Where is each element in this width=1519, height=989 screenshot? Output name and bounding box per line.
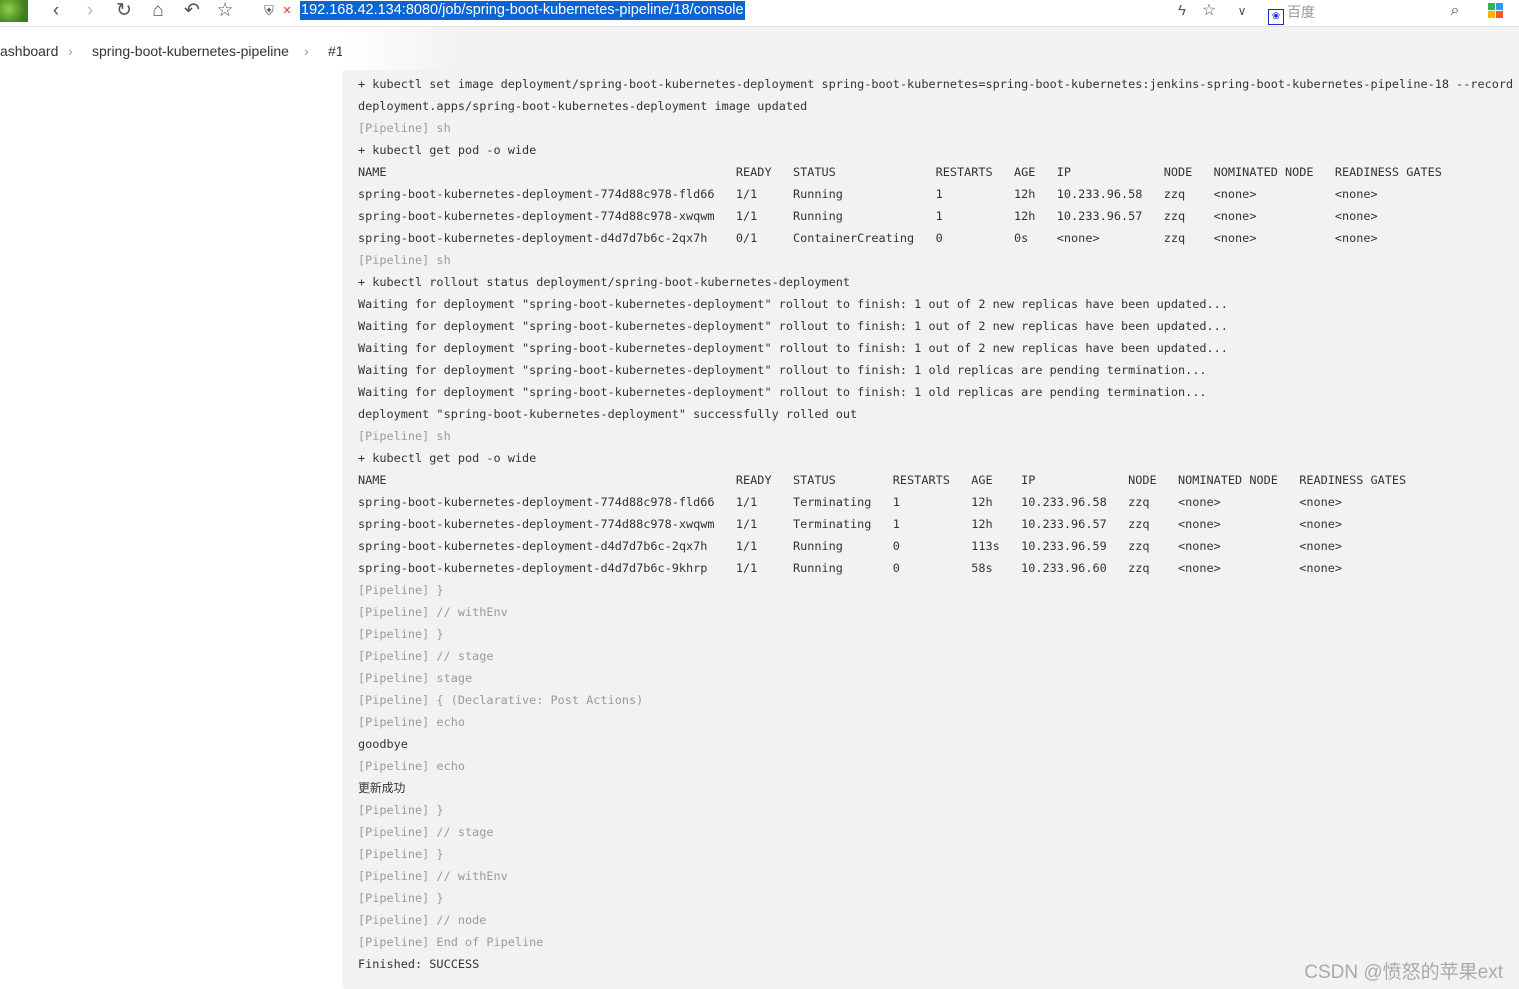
star-icon[interactable]: ☆ (1200, 0, 1218, 24)
console-line: Waiting for deployment "spring-boot-kube… (358, 297, 1228, 311)
pipeline-step-line: [Pipeline] // withEnv (358, 869, 508, 883)
pipeline-step-line: [Pipeline] stage (358, 671, 473, 685)
pipeline-step-line: [Pipeline] sh (358, 429, 451, 443)
search-icon[interactable]: ⌕ (1445, 0, 1465, 24)
pipeline-step-line: [Pipeline] } (358, 583, 444, 597)
lock-warning-icon: ✕ (282, 5, 292, 17)
table-row: spring-boot-kubernetes-deployment-774d88… (358, 495, 1343, 509)
console-lines: + kubectl set image deployment/spring-bo… (358, 73, 1513, 975)
console-line: Waiting for deployment "spring-boot-kube… (358, 341, 1228, 355)
chevron-right-icon: › (304, 43, 309, 59)
pipeline-step-line: [Pipeline] // withEnv (358, 605, 508, 619)
baidu-icon: ❀ (1268, 9, 1284, 25)
lightning-icon[interactable]: ϟ (1173, 0, 1191, 24)
pipeline-step-line: [Pipeline] // node (358, 913, 487, 927)
table-header: NAME READY STATUS RESTARTS AGE IP NODE N… (358, 473, 1407, 487)
console-line: deployment "spring-boot-kubernetes-deplo… (358, 407, 858, 421)
table-row: spring-boot-kubernetes-deployment-d4d7d7… (358, 539, 1343, 553)
table-row: spring-boot-kubernetes-deployment-774d88… (358, 517, 1343, 531)
pipeline-step-line: [Pipeline] // stage (358, 825, 494, 839)
breadcrumb-job[interactable]: spring-boot-kubernetes-pipeline (92, 40, 289, 62)
console-line: + kubectl get pod -o wide (358, 143, 537, 157)
home-icon[interactable]: ⌂ (147, 0, 169, 24)
favicon (0, 0, 28, 22)
console-line: deployment.apps/spring-boot-kubernetes-d… (358, 99, 808, 113)
undo-icon[interactable]: ↶ (181, 0, 203, 24)
search-engine[interactable]: ❀ 百度 (1268, 2, 1315, 25)
table-row: spring-boot-kubernetes-deployment-d4d7d7… (358, 231, 1378, 245)
breadcrumb-dashboard[interactable]: ashboard (0, 40, 58, 62)
pipeline-step-line: [Pipeline] echo (358, 715, 465, 729)
console-line: + kubectl rollout status deployment/spri… (358, 275, 851, 289)
console-line: 更新成功 (358, 781, 406, 795)
pipeline-step-line: [Pipeline] } (358, 803, 444, 817)
console-line: Waiting for deployment "spring-boot-kube… (358, 319, 1228, 333)
console-line: + kubectl get pod -o wide (358, 451, 537, 465)
console-line: Waiting for deployment "spring-boot-kube… (358, 363, 1207, 377)
pipeline-step-line: [Pipeline] End of Pipeline (358, 935, 544, 949)
pipeline-step-line: [Pipeline] } (358, 627, 444, 641)
address-bar[interactable]: 192.168.42.134:8080/job/spring-boot-kube… (300, 1, 745, 20)
pipeline-step-line: [Pipeline] sh (358, 121, 451, 135)
console-line: Waiting for deployment "spring-boot-kube… (358, 385, 1207, 399)
back-icon[interactable]: ‹ (45, 0, 67, 24)
table-row: spring-boot-kubernetes-deployment-774d88… (358, 209, 1378, 223)
pipeline-step-line: [Pipeline] } (358, 891, 444, 905)
table-row: spring-boot-kubernetes-deployment-774d88… (358, 187, 1378, 201)
table-row: spring-boot-kubernetes-deployment-d4d7d7… (358, 561, 1343, 575)
pipeline-step-line: [Pipeline] } (358, 847, 444, 861)
chevron-down-icon[interactable]: ∨ (1233, 0, 1251, 24)
star-icon[interactable]: ☆ (214, 0, 236, 24)
chevron-right-icon: › (68, 43, 73, 59)
console-line: goodbye (358, 737, 408, 751)
console-line: + kubectl set image deployment/spring-bo… (358, 77, 1514, 91)
forward-icon[interactable]: › (79, 0, 101, 24)
reload-icon[interactable]: ↻ (113, 0, 135, 24)
console-fade (342, 27, 1519, 71)
table-header: NAME READY STATUS RESTARTS AGE IP NODE N… (358, 165, 1442, 179)
console-output: + kubectl set image deployment/spring-bo… (342, 70, 1519, 989)
watermark: CSDN @愤怒的苹果ext (1304, 962, 1503, 983)
windows-icon[interactable] (1488, 3, 1503, 18)
shield-icon: ⛨ (264, 3, 274, 18)
pipeline-step-line: [Pipeline] sh (358, 253, 451, 267)
pipeline-step-line: [Pipeline] echo (358, 759, 465, 773)
pipeline-step-line: [Pipeline] { (Declarative: Post Actions) (358, 693, 644, 707)
browser-toolbar: ‹ › ↻ ⌂ ↶ ☆ ⛨ ✕ 192.168.42.134:8080/job/… (0, 0, 1519, 27)
pipeline-step-line: [Pipeline] // stage (358, 649, 494, 663)
search-engine-label: 百度 (1287, 4, 1315, 20)
